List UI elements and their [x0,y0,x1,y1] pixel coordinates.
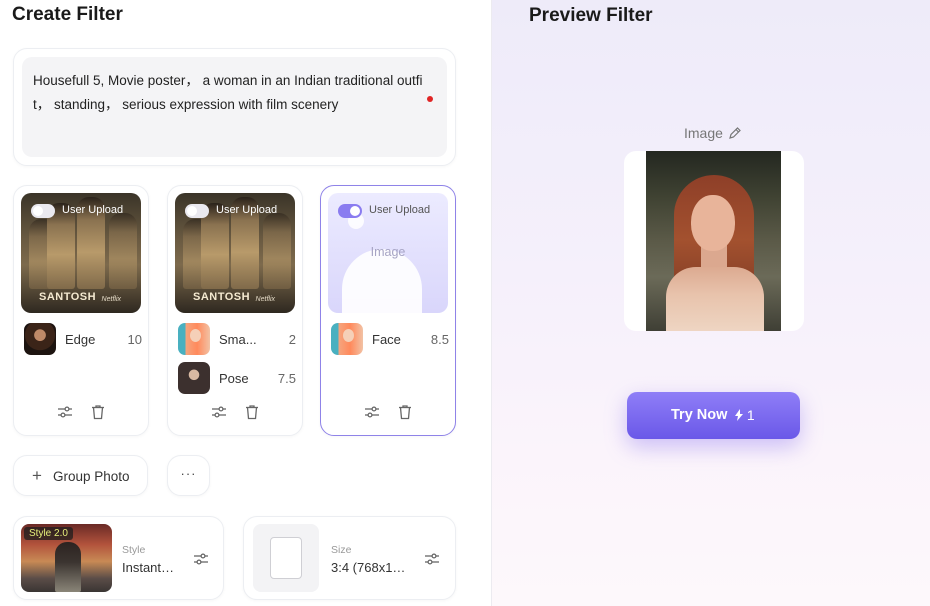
reference-card[interactable]: SANTOSH Netflix User Upload Edge 10 [13,185,149,436]
trash-icon[interactable] [90,404,106,420]
more-button[interactable]: ··· [167,455,210,496]
pencil-icon[interactable] [728,126,742,140]
style-value: Instant… [122,560,175,575]
control-value: 7.5 [277,371,296,386]
control-label: Pose [219,371,249,386]
try-now-label: Try Now [671,407,728,423]
poster-thumbnail[interactable]: SANTOSH Netflix User Upload [21,193,141,313]
control-thumbnail [331,323,363,355]
page-title: Create Filter [12,4,123,25]
image-placeholder: Image [370,245,406,259]
style-label: Style [122,544,146,556]
control-thumbnail [178,362,210,394]
lightning-icon [735,409,743,421]
aspect-ratio-preview [253,524,319,592]
control-thumbnail [24,323,56,355]
image-upload-area[interactable]: Image User Upload [328,193,448,313]
control-thumbnail [178,323,210,355]
size-card[interactable]: Size 3:4 (768x1… [243,516,456,600]
toggle-label: User Upload [369,204,431,216]
reference-card[interactable]: SANTOSH Netflix User Upload Sma... 2 Pos… [167,185,303,436]
warning-dot [427,96,433,102]
preview-filter-panel: Preview Filter Image Try Now 1 [492,0,930,606]
group-photo-button[interactable]: + Group Photo [13,455,148,496]
style-version-badge: Style 2.0 [24,527,73,540]
prompt-text[interactable]: Housefull 5, Movie poster， a woman in an… [33,69,423,117]
control-row-face[interactable]: Face 8.5 [331,323,449,357]
control-row-sma[interactable]: Sma... 2 [178,323,296,357]
sliders-icon[interactable] [193,551,209,567]
portrait-ratio-icon [270,537,302,579]
preview-title: Preview Filter [529,5,653,26]
reference-card-selected[interactable]: Image User Upload Face 8.5 [320,185,456,436]
sliders-icon[interactable] [364,404,380,420]
ellipsis-icon: ··· [180,466,197,481]
plus-icon: + [32,466,42,485]
control-label: Face [372,332,401,347]
preview-image-frame[interactable] [624,151,804,331]
credit-cost-value: 1 [746,407,755,423]
size-label: Size [331,544,352,556]
prompt-card: Housefull 5, Movie poster， a woman in an… [13,48,456,166]
image-label: Image [684,125,723,141]
user-upload-toggle[interactable] [338,204,362,218]
control-row-pose[interactable]: Pose 7.5 [178,362,296,396]
control-value: 2 [288,332,296,347]
prompt-input[interactable]: Housefull 5, Movie poster， a woman in an… [22,57,447,157]
user-upload-toggle[interactable] [31,204,55,218]
user-upload-toggle[interactable] [185,204,209,218]
create-filter-panel: Create Filter Housefull 5, Movie poster，… [0,0,492,606]
toggle-label: User Upload [62,204,124,216]
control-label: Sma... [219,332,257,347]
style-card[interactable]: Style 2.0 Style Instant… [13,516,224,600]
style-thumbnail: Style 2.0 [21,524,112,592]
control-row-edge[interactable]: Edge 10 [24,323,142,357]
poster-badge: Netflix [101,296,121,303]
control-value: 8.5 [430,332,449,347]
sliders-icon[interactable] [211,404,227,420]
poster-badge: Netflix [255,296,275,303]
control-label: Edge [65,332,96,347]
sliders-icon[interactable] [57,404,73,420]
control-value: 10 [127,332,142,347]
group-photo-label: Group Photo [53,469,130,484]
sliders-icon[interactable] [424,551,440,567]
trash-icon[interactable] [397,404,413,420]
toggle-label: User Upload [216,204,278,216]
poster-title: SANTOSH [39,291,97,303]
credit-cost: 1 [735,407,755,423]
size-value: 3:4 (768x1… [331,560,406,575]
poster-title: SANTOSH [193,291,251,303]
poster-thumbnail[interactable]: SANTOSH Netflix User Upload [175,193,295,313]
preview-photo [646,151,781,331]
try-now-button[interactable]: Try Now 1 [627,392,800,439]
trash-icon[interactable] [244,404,260,420]
